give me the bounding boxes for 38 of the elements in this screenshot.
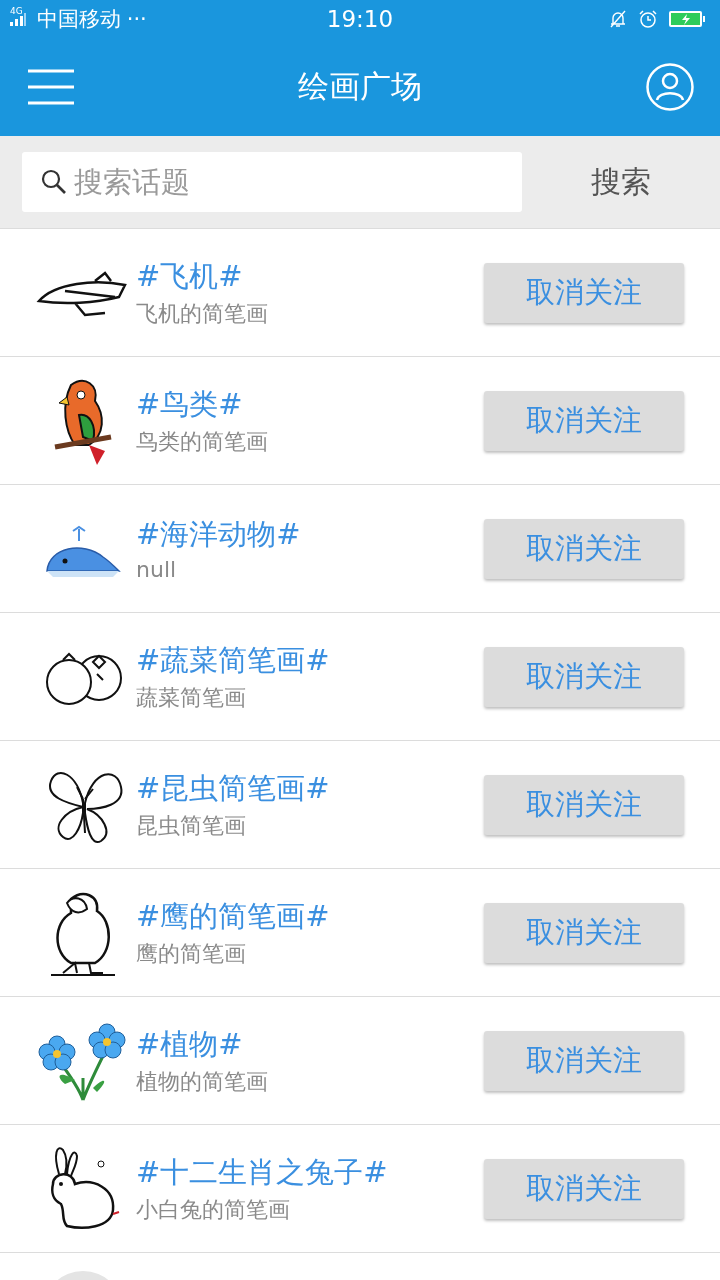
unfollow-button[interactable]: 取消关注 (484, 646, 684, 707)
page-title: 绘画广场 (298, 67, 422, 106)
topic-title[interactable]: #蔬菜简笔画# (136, 640, 484, 681)
menu-icon[interactable] (28, 69, 74, 105)
topic-title[interactable]: #十二生肖之兔子# (136, 1152, 484, 1193)
user-icon[interactable] (646, 63, 694, 111)
unfollow-button[interactable]: 取消关注 (484, 1030, 684, 1091)
topic-title[interactable]: #飞机# (136, 256, 484, 297)
unfollow-button[interactable]: 取消关注 (484, 1158, 684, 1219)
battery-charging-icon (668, 10, 706, 28)
search-button[interactable]: 搜索 (522, 160, 720, 204)
network-type: 4G (10, 6, 23, 16)
topic-description: 蔬菜简笔画 (136, 683, 247, 712)
signal-icon (10, 12, 26, 26)
unfollow-button[interactable]: 取消关注 (484, 390, 684, 451)
unfollow-button[interactable]: 取消关注 (484, 774, 684, 835)
unfollow-button[interactable]: 取消关注 (484, 518, 684, 579)
unfollow-button[interactable]: 取消关注 (484, 262, 684, 323)
topic-description: 昆虫简笔画 (136, 811, 247, 840)
topic-title[interactable]: #鸟类# (136, 384, 484, 425)
status-time: 19:10 (325, 6, 395, 32)
bell-muted-icon (608, 9, 628, 29)
unfollow-button[interactable]: 取消关注 (484, 902, 684, 963)
alarm-icon (638, 9, 658, 29)
topic-description: 鸟类的简笔画 (136, 427, 269, 456)
more-indicator: ··· (126, 7, 147, 31)
topic-title[interactable]: #鹰的简笔画# (136, 896, 484, 937)
search-icon (40, 168, 68, 196)
topic-description: 小白兔的简笔画 (136, 1195, 291, 1224)
topic-description: 植物的简笔画 (136, 1067, 269, 1096)
search-field[interactable]: 搜索话题 (22, 152, 522, 212)
topic-description: 鹰的简笔画 (136, 939, 247, 968)
topic-description: 飞机的简笔画 (136, 299, 269, 328)
topic-title[interactable]: #海洋动物# (136, 515, 484, 555)
topic-title[interactable]: #植物# (136, 1024, 484, 1065)
topic-description: null (136, 557, 178, 582)
carrier-name: 中国移动 (36, 6, 121, 33)
topic-title[interactable]: #昆虫简笔画# (136, 768, 484, 809)
